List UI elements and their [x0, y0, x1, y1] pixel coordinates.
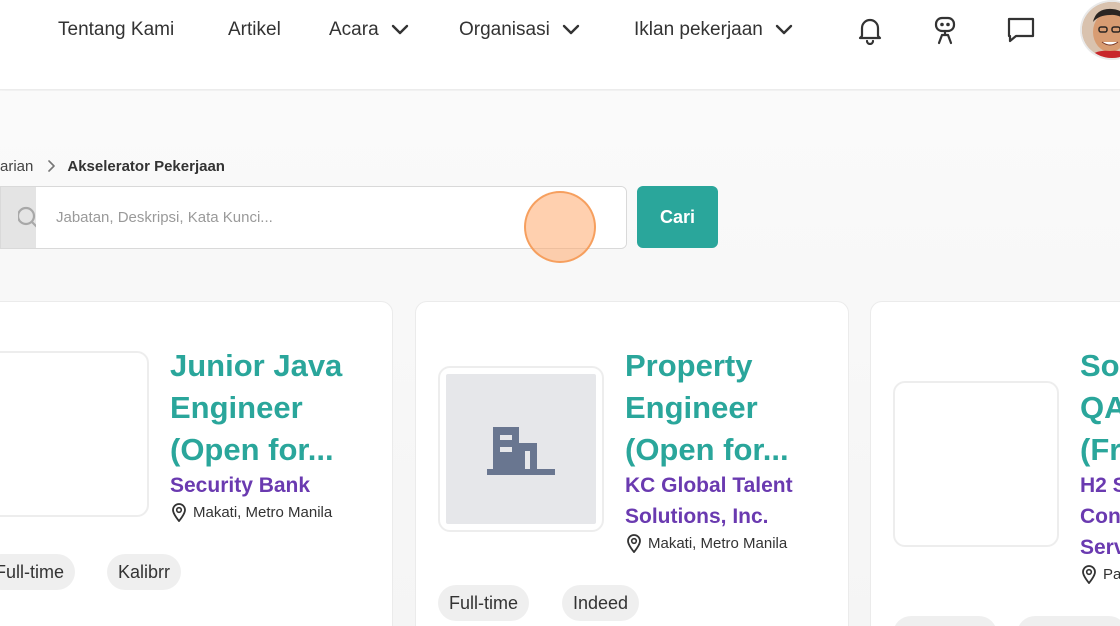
nav-item-label: Acara: [329, 19, 379, 40]
chevron-down-icon: [775, 24, 793, 36]
location-pin-icon: [1081, 564, 1097, 584]
bell-icon[interactable]: [855, 14, 885, 46]
nav-item-label: Iklan pekerjaan: [634, 19, 763, 40]
nav-item-artikel[interactable]: Artikel: [228, 18, 281, 42]
building-icon: [446, 374, 596, 524]
job-title-line: (Open for...: [625, 432, 789, 467]
job-source-tag: [1017, 616, 1120, 626]
company-name[interactable]: KC Global Talent Solutions, Inc.: [625, 470, 840, 532]
job-type-tag: [893, 616, 997, 626]
nav-item-label: Tentang Kami: [58, 19, 175, 40]
job-title-line: So: [1080, 348, 1120, 383]
job-title-line: (Open for...: [170, 432, 334, 467]
location-text: Makati, Metro Manila: [193, 503, 333, 521]
chat-icon[interactable]: [1006, 14, 1036, 46]
company-logo: [0, 351, 149, 517]
job-card[interactable]: Junior Java Engineer (Open for... Securi…: [0, 301, 393, 626]
nav-item-tentang-kami[interactable]: Tentang Kami: [58, 18, 174, 42]
click-indicator: [524, 191, 596, 263]
nav-item-label: Artikel: [228, 19, 281, 40]
location-pin-icon: [626, 533, 642, 553]
location-text: Pa: [1103, 565, 1120, 583]
company-name-line: Serv: [1080, 536, 1120, 559]
job-card[interactable]: So QA (Fr H2 S Con Serv Pa: [870, 301, 1120, 626]
user-avatar[interactable]: [1080, 0, 1120, 60]
job-title-line: Engineer: [170, 390, 303, 425]
job-location: Pa: [1081, 564, 1120, 584]
company-logo: [893, 381, 1059, 547]
job-title-line: (Fr: [1080, 432, 1120, 467]
company-logo: [438, 366, 604, 532]
company-name[interactable]: Security Bank: [170, 470, 385, 501]
breadcrumb: arian Akselerator Pekerjaan: [0, 156, 225, 176]
company-name-line: KC Global Talent: [625, 474, 793, 497]
company-name-line: Solutions, Inc.: [625, 505, 769, 528]
company-name-line: Con: [1080, 505, 1120, 528]
nav-item-organisasi[interactable]: Organisasi: [459, 18, 580, 42]
company-name[interactable]: H2 S Con Serv: [1080, 470, 1120, 563]
breadcrumb-current: Akselerator Pekerjaan: [67, 157, 225, 175]
job-title[interactable]: Property Engineer (Open for...: [625, 345, 840, 471]
top-navigation: Tentang Kami Artikel Acara Organisasi Ik…: [0, 0, 1120, 90]
nav-item-acara[interactable]: Acara: [329, 18, 409, 42]
job-source-tag: Indeed: [562, 585, 640, 621]
location-text: Makati, Metro Manila: [648, 534, 788, 552]
job-location: Makati, Metro Manila: [171, 502, 332, 522]
search-icon: [1, 187, 36, 248]
job-type-tag: Full-time: [0, 554, 76, 590]
job-title-line: Junior Java: [170, 348, 343, 383]
company-name-line: H2 S: [1080, 474, 1120, 497]
company-name-line: Security Bank: [170, 474, 311, 497]
nav-item-iklan-pekerjaan[interactable]: Iklan pekerjaan: [634, 18, 793, 42]
job-source-tag: Kalibrr: [107, 554, 182, 590]
job-title[interactable]: So QA (Fr: [1080, 345, 1120, 471]
nav-item-label: Organisasi: [459, 19, 550, 40]
breadcrumb-parent-link[interactable]: arian: [0, 158, 33, 175]
job-type-tag: Full-time: [438, 585, 530, 621]
job-title-line: QA: [1080, 390, 1120, 425]
job-title-line: Engineer: [625, 390, 758, 425]
location-pin-icon: [171, 502, 187, 522]
robot-icon[interactable]: [930, 14, 960, 46]
job-title[interactable]: Junior Java Engineer (Open for...: [170, 345, 380, 471]
search-button[interactable]: Cari: [637, 186, 718, 248]
chevron-down-icon: [562, 24, 580, 36]
chevron-down-icon: [391, 24, 409, 36]
chevron-right-icon: [47, 160, 56, 172]
job-location: Makati, Metro Manila: [626, 533, 787, 553]
job-title-line: Property: [625, 348, 753, 383]
job-card[interactable]: Property Engineer (Open for... KC Global…: [415, 301, 849, 626]
